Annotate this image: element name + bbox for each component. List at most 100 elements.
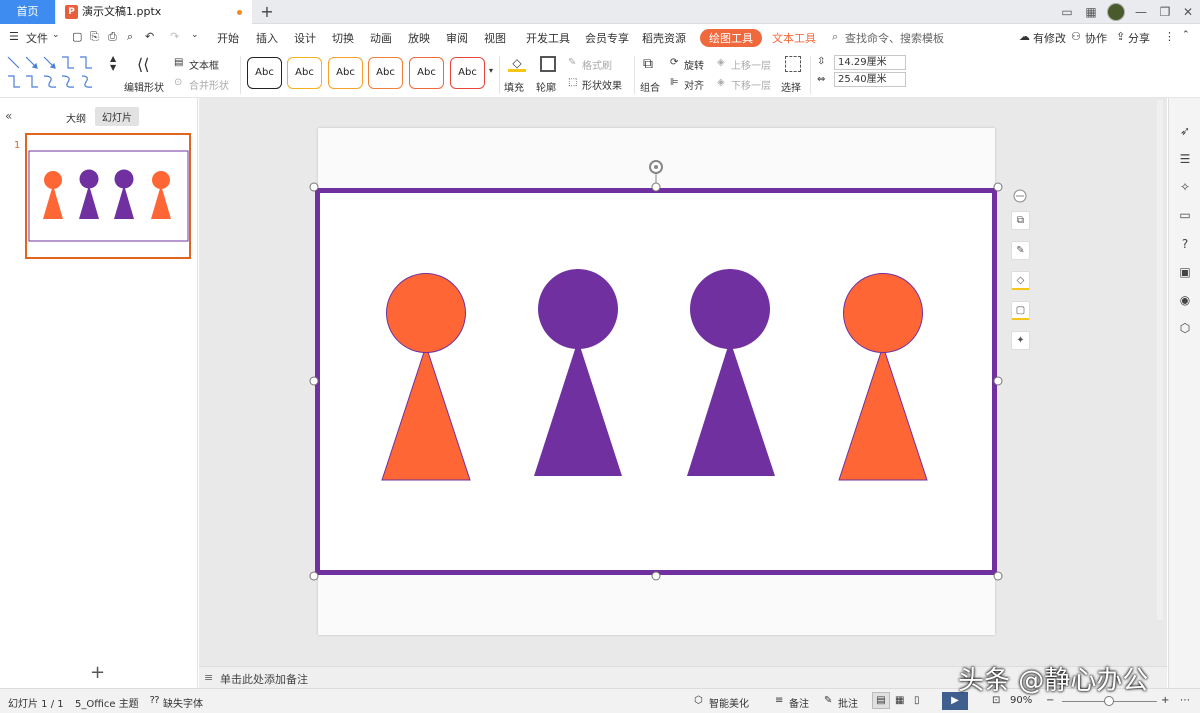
sorter-view-icon[interactable]: ▦ (895, 695, 904, 706)
tab-resources[interactable]: 稻壳资源 (642, 30, 686, 46)
presentation-file-icon: P (65, 5, 78, 19)
tab-review[interactable]: 审阅 (446, 30, 468, 46)
shape-style-2[interactable]: Abc (287, 57, 322, 89)
changes-button[interactable]: 有修改 (1033, 30, 1066, 46)
tab-slideshow[interactable]: 放映 (408, 30, 430, 46)
outline-float-icon[interactable]: ▢ (1011, 301, 1030, 320)
collaborate-button[interactable]: 协作 (1085, 30, 1107, 46)
settings-sliders-icon[interactable]: ☰ (1178, 152, 1192, 166)
tab-member[interactable]: 会员专享 (585, 30, 629, 46)
style-more-icon[interactable]: ▾ (489, 66, 493, 75)
shape-style-4[interactable]: Abc (368, 57, 403, 89)
fill-float-icon[interactable]: ◇ (1011, 271, 1030, 290)
tab-view[interactable]: 视图 (484, 30, 506, 46)
rocket-icon[interactable]: ➶ (1178, 124, 1192, 138)
file-menu[interactable]: 文件 (26, 30, 48, 46)
grid-icon[interactable]: ▦ (1080, 0, 1102, 24)
pen-float-icon[interactable]: ✎ (1011, 241, 1030, 260)
share-icon: ⇪ (1116, 30, 1126, 43)
theme-name[interactable]: 5_Office 主题 (75, 695, 139, 710)
gallery-scroll-icon[interactable]: ▲ ▼ (110, 54, 116, 72)
home-tab[interactable]: 首页 (0, 0, 55, 24)
select-button[interactable]: 选择 (781, 79, 801, 94)
tab-home[interactable]: 开始 (217, 30, 239, 46)
width-input[interactable]: 25.40厘米 (834, 72, 906, 87)
close-icon[interactable]: ✕ (1177, 0, 1199, 24)
edit-shape-icon: ⟨⟨ (137, 55, 150, 74)
export-icon[interactable]: ⎘ (90, 30, 99, 44)
more-status-icon[interactable]: ⋯ (1180, 695, 1190, 706)
document-tab[interactable]: P 演示文稿1.pptx (56, 0, 252, 24)
group-button[interactable]: 组合 (640, 79, 660, 94)
more-menu-icon[interactable]: ⋮ (1164, 30, 1175, 43)
idea-float-icon[interactable]: ✦ (1011, 331, 1030, 350)
align-button[interactable]: 对齐 (684, 77, 704, 92)
collapse-panel-icon[interactable]: « (5, 109, 12, 123)
preview-icon[interactable]: ⌕ (127, 30, 133, 44)
new-tab-button[interactable]: + (258, 0, 276, 24)
print-icon[interactable]: ⎙ (108, 30, 117, 44)
comment-status-icon: ✎ (824, 695, 833, 706)
undo-icon[interactable]: ↶ (145, 30, 154, 43)
tab-drawing-tools[interactable]: 绘图工具 (700, 29, 762, 47)
fill-button[interactable]: 填充 (504, 79, 524, 94)
textbox-button[interactable]: 文本框 (189, 57, 219, 72)
notes-placeholder[interactable]: 单击此处添加备注 (220, 671, 308, 687)
collapse-ribbon-icon[interactable]: ⌃ (1182, 30, 1190, 40)
tab-transition[interactable]: 切换 (332, 30, 354, 46)
bring-forward-button[interactable]: 上移一层 (731, 57, 771, 72)
zoom-slider-thumb[interactable] (1104, 696, 1114, 706)
location-icon[interactable]: ◉ (1178, 293, 1192, 307)
watermark: 头条 @静心办公 (958, 666, 1149, 696)
tab-outline[interactable]: 大纲 (66, 110, 86, 125)
shape-style-6[interactable]: Abc (450, 57, 485, 89)
tab-insert[interactable]: 插入 (256, 30, 278, 46)
missing-font-button[interactable]: 缺失字体 (163, 695, 203, 710)
chevron-down-icon[interactable]: ⌄ (52, 30, 60, 40)
image-icon[interactable]: ▣ (1178, 265, 1192, 279)
zoom-in-icon[interactable]: + (1161, 695, 1169, 706)
cube-icon[interactable]: ⬡ (1178, 321, 1192, 335)
outline-button[interactable]: 轮廓 (536, 79, 556, 94)
tab-developer[interactable]: 开发工具 (526, 30, 570, 46)
connector-gallery[interactable] (6, 55, 112, 91)
tab-slides[interactable]: 幻灯片 (95, 107, 139, 126)
shape-style-float-icon[interactable]: ⧉ (1011, 211, 1030, 230)
help-icon[interactable]: ? (1178, 237, 1192, 251)
rotate-button[interactable]: 旋转 (684, 57, 704, 72)
normal-view-icon[interactable]: ▤ (872, 692, 890, 709)
command-search[interactable]: 查找命令、搜索模板 (845, 30, 944, 46)
group-icon: ⧉ (643, 56, 653, 72)
redo-icon[interactable]: ↷ (170, 30, 179, 43)
restore-icon[interactable]: ❐ (1154, 0, 1176, 24)
tab-design[interactable]: 设计 (294, 30, 316, 46)
layout-icon[interactable]: ▭ (1056, 0, 1078, 24)
merge-shape-button[interactable]: 合并形状 (189, 77, 229, 92)
shape-style-1[interactable]: Abc (247, 57, 282, 89)
tab-text-tools[interactable]: 文本工具 (772, 30, 816, 46)
shape-effect-button[interactable]: 形状效果 (582, 77, 622, 92)
minimize-icon[interactable]: — (1130, 0, 1152, 24)
send-backward-button[interactable]: 下移一层 (731, 77, 771, 92)
notes-toggle[interactable]: 备注 (789, 695, 809, 710)
slide-thumbnail[interactable] (25, 133, 191, 259)
comments-toggle[interactable]: 批注 (838, 695, 858, 710)
reading-view-icon[interactable]: ▯ (914, 695, 920, 706)
avatar[interactable] (1107, 3, 1125, 21)
pin-icon[interactable]: ✧ (1178, 180, 1192, 194)
hamburger-icon[interactable]: ☰ (9, 30, 19, 43)
more-icon[interactable]: ⌄ (191, 30, 199, 40)
add-slide-button[interactable]: + (90, 662, 105, 683)
comment-icon[interactable]: ▭ (1178, 208, 1192, 222)
cloud-icon: ☁ (1019, 30, 1030, 43)
shape-style-3[interactable]: Abc (328, 57, 363, 89)
edit-shape-button[interactable]: 编辑形状 (124, 79, 164, 94)
smart-beautify-button[interactable]: 智能美化 (709, 695, 749, 710)
share-button[interactable]: 分享 (1128, 30, 1150, 46)
slide[interactable] (318, 128, 995, 635)
height-input[interactable]: 14.29厘米 (834, 55, 906, 70)
save-icon[interactable]: ▢ (72, 30, 82, 43)
shape-style-5[interactable]: Abc (409, 57, 444, 89)
format-brush-button[interactable]: 格式刷 (582, 57, 612, 72)
tab-animation[interactable]: 动画 (370, 30, 392, 46)
